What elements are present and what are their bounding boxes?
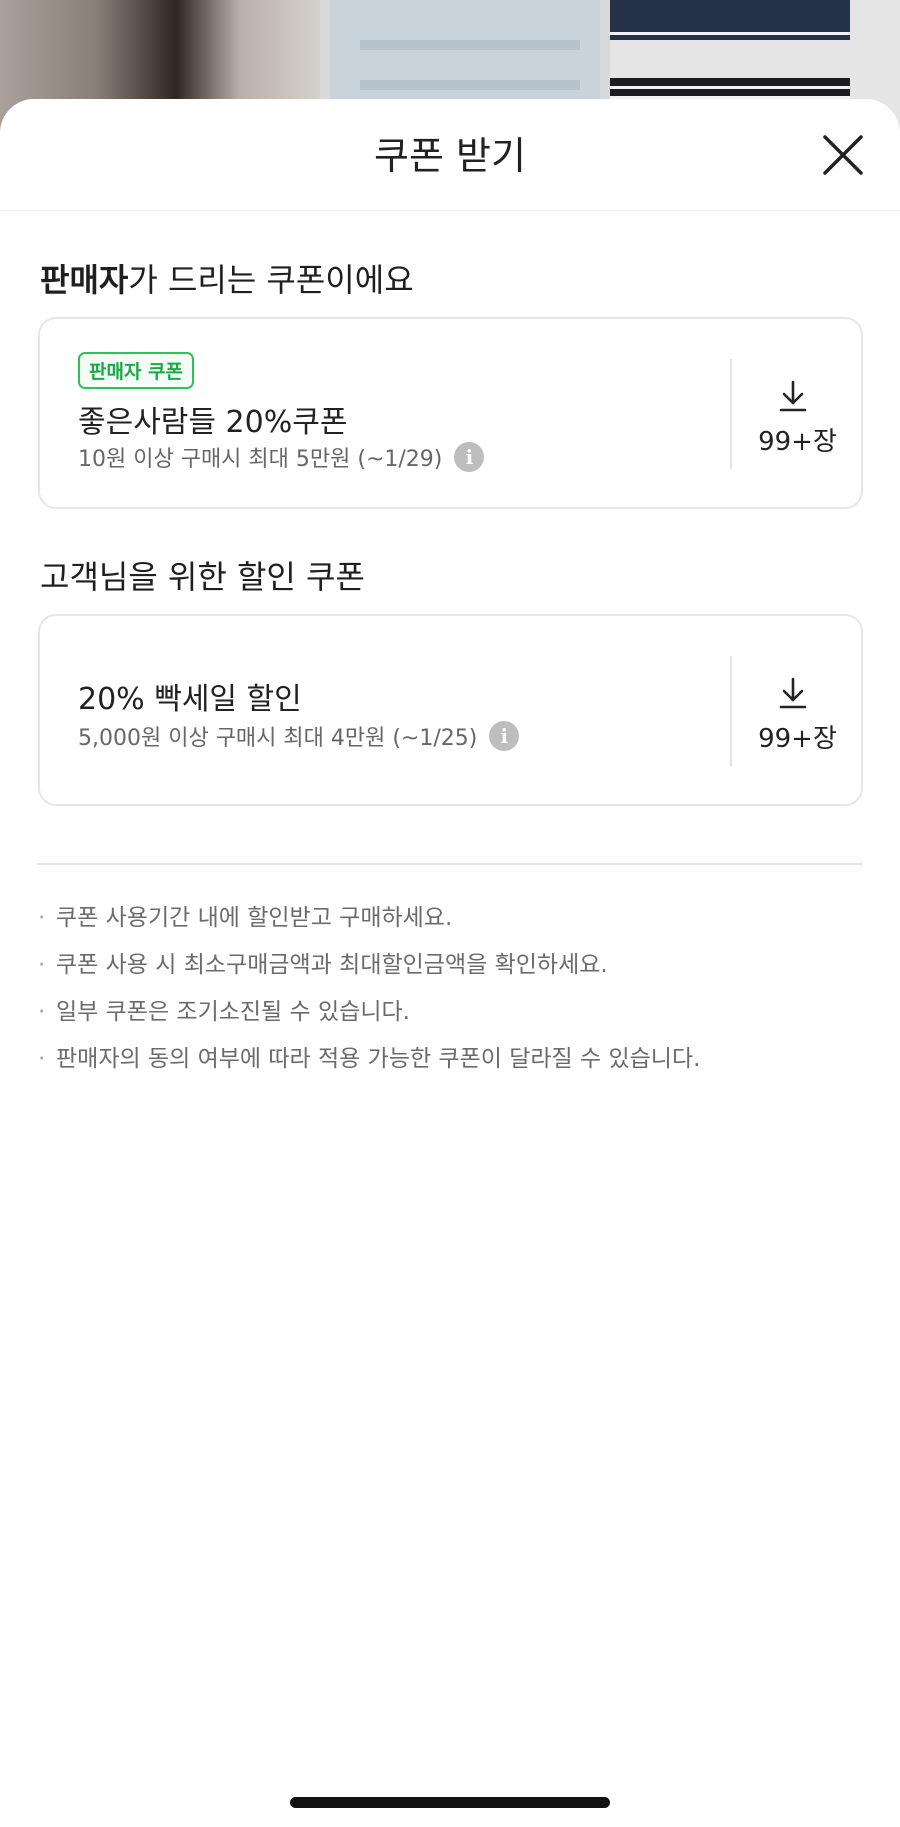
sheet-title: 쿠폰 받기 xyxy=(374,134,526,178)
download-icon xyxy=(779,677,807,709)
coupon-name: 좋은사람들 20%쿠폰 xyxy=(78,405,348,440)
home-indicator xyxy=(290,1797,610,1808)
coupon-bottom-sheet: 쿠폰 받기 판매자가 드리는 쿠폰이에요 판매자 쿠폰 좋은사람들 20%쿠폰 … xyxy=(0,99,900,1827)
divider xyxy=(38,863,863,865)
download-coupon-button[interactable]: 99+장 xyxy=(732,616,863,804)
info-icon[interactable]: i xyxy=(489,721,520,751)
coupon-card: 판매자 쿠폰 좋은사람들 20%쿠폰 10원 이상 구매시 최대 5만원 (~1… xyxy=(38,317,863,509)
heading-text: 가 드리는 쿠폰이에요 xyxy=(128,261,414,299)
close-button[interactable] xyxy=(820,132,866,178)
coupon-condition: 10원 이상 구매시 최대 5만원 (~1/29) i xyxy=(78,441,485,473)
coupon-notes-list: 쿠폰 사용기간 내에 할인받고 구매하세요. 쿠폰 사용 시 최소구매금액과 최… xyxy=(38,895,863,1083)
note-item: 일부 쿠폰은 조기소진될 수 있습니다. xyxy=(38,989,863,1036)
coupon-name: 20% 빡세일 할인 xyxy=(78,682,302,717)
coupon-card: 20% 빡세일 할인 5,000원 이상 구매시 최대 4만원 (~1/25) … xyxy=(38,614,863,806)
note-item: 판매자의 동의 여부에 따라 적용 가능한 쿠폰이 달라질 수 있습니다. xyxy=(38,1036,863,1083)
coupon-condition-text: 10원 이상 구매시 최대 5만원 (~1/29) xyxy=(78,447,443,472)
coupon-count: 99+장 xyxy=(758,427,837,457)
seller-coupon-heading: 판매자가 드리는 쿠폰이에요 xyxy=(40,255,414,301)
coupon-condition: 5,000원 이상 구매시 최대 4만원 (~1/25) i xyxy=(78,720,520,752)
info-icon[interactable]: i xyxy=(454,442,485,472)
download-icon xyxy=(779,380,807,412)
note-item: 쿠폰 사용기간 내에 할인받고 구매하세요. xyxy=(38,895,863,942)
customer-coupon-heading: 고객님을 위한 할인 쿠폰 xyxy=(40,558,365,596)
sheet-header: 쿠폰 받기 xyxy=(0,99,900,211)
close-icon xyxy=(823,135,863,175)
coupon-count: 99+장 xyxy=(758,724,837,754)
note-item: 쿠폰 사용 시 최소구매금액과 최대할인금액을 확인하세요. xyxy=(38,942,863,989)
seller-coupon-badge: 판매자 쿠폰 xyxy=(78,352,195,389)
heading-bold: 판매자 xyxy=(40,261,129,299)
coupon-condition-text: 5,000원 이상 구매시 최대 4만원 (~1/25) xyxy=(78,726,478,751)
download-coupon-button[interactable]: 99+장 xyxy=(732,319,863,507)
